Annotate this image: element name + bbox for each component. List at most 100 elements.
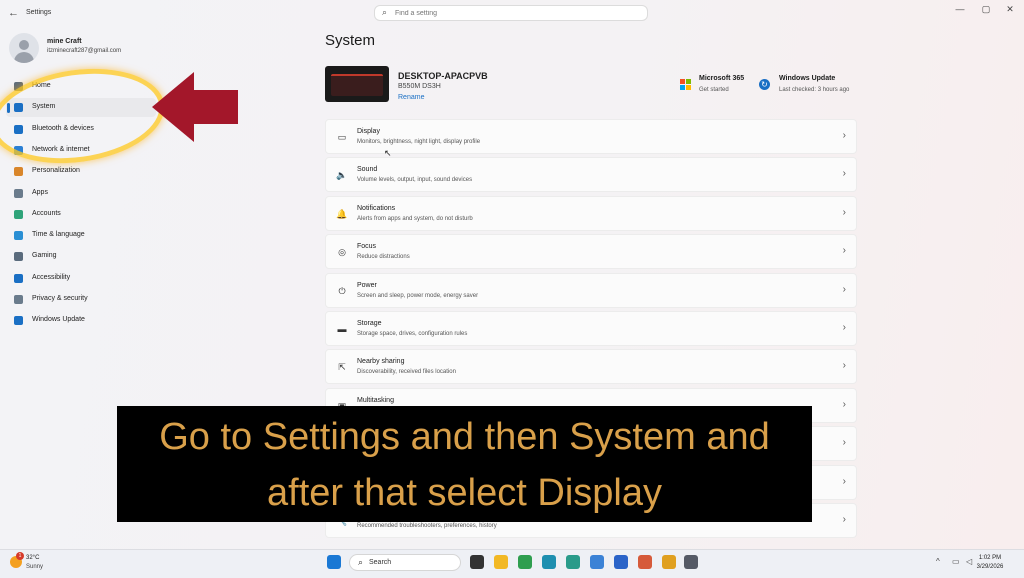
taskbar (0, 549, 1024, 578)
clock-time[interactable]: 1:02 PM (960, 555, 1020, 561)
microsoft-365-icon[interactable] (680, 79, 691, 90)
sidebar-item-accessibility[interactable]: Accessibility (6, 269, 156, 288)
device-thumbnail (325, 66, 389, 102)
sidebar-item-accounts[interactable]: Accounts (6, 205, 156, 224)
sidebar-item-label: Accessibility (32, 273, 71, 281)
tray-overflow-icon[interactable]: ^ (936, 557, 940, 566)
windows-update-subtitle: Last checked: 3 hours ago (779, 87, 850, 93)
power-icon: ⏻ (338, 285, 346, 296)
microsoft-365-title[interactable]: Microsoft 365 (699, 75, 744, 82)
avatar[interactable] (9, 33, 39, 63)
find-setting-search[interactable]: ⌕ (374, 5, 648, 21)
rename-link[interactable]: Rename (398, 94, 424, 101)
sidebar-item-apps[interactable]: Apps (6, 184, 156, 203)
chevron-right-icon: › (842, 398, 846, 410)
red-arrow-annotation (152, 72, 238, 142)
row-title: Focus (357, 243, 377, 251)
windows-update-title[interactable]: Windows Update (779, 75, 835, 82)
file-explorer-icon[interactable] (494, 555, 508, 569)
chevron-right-icon: › (842, 283, 846, 295)
edge-beta-icon[interactable] (566, 555, 580, 569)
chevron-right-icon: › (842, 245, 846, 257)
search-icon: ⌕ (382, 7, 388, 17)
row-title: Sound (357, 166, 378, 174)
page-title: System (325, 32, 376, 49)
chevron-right-icon: › (842, 130, 846, 141)
maximize-button[interactable]: ▢ (976, 4, 996, 15)
weather-temp[interactable]: 32°C (26, 555, 39, 561)
person-icon (14, 209, 23, 219)
row-title: Power (357, 281, 377, 289)
task-view-icon[interactable] (470, 555, 484, 569)
chrome-icon[interactable] (518, 555, 532, 569)
sidebar-item-windows-update[interactable]: Windows Update (6, 311, 156, 330)
share-icon: ⇱ (338, 362, 346, 373)
title-bar: ← Settings ⌕ — ▢ ✕ (0, 0, 1024, 28)
row-subtitle: Storage space, drives, configuration rul… (357, 331, 468, 337)
windows-update-icon[interactable]: ↻ (759, 79, 770, 90)
microsoft-365-subtitle: Get started (699, 87, 729, 93)
sidebar-item-label: Time & language (32, 231, 85, 239)
settings-row-storage[interactable]: ▬ Storage Storage space, drives, configura… (325, 311, 857, 346)
device-model: B550M DS3H (398, 83, 441, 90)
notification-badge: 1 (16, 552, 24, 560)
minimize-button[interactable]: — (950, 4, 970, 14)
window-title: Settings (26, 9, 52, 16)
brush-icon (14, 167, 23, 177)
mouse-cursor-icon: ↖ (384, 148, 392, 158)
settings-row-power[interactable]: ⏻ Power Screen and sleep, power mode, ener… (325, 272, 857, 308)
chevron-right-icon: › (842, 206, 846, 218)
sidebar-item-label: Personalization (32, 167, 80, 175)
row-subtitle: Screen and sleep, power mode, energy sav… (357, 292, 479, 299)
chevron-right-icon: › (842, 475, 846, 487)
start-icon[interactable] (327, 555, 341, 569)
taskbar-search-label: Search (369, 559, 392, 566)
settings-row-display[interactable]: ▭ Display Monitors, brightness, night ligh… (325, 119, 857, 154)
focus-icon: ◎ (338, 247, 346, 258)
row-subtitle: Monitors, brightness, night light, displ… (357, 139, 481, 145)
paint-icon[interactable] (638, 555, 652, 569)
shield-icon (14, 295, 23, 304)
find-setting-input[interactable] (395, 8, 635, 18)
edge-icon[interactable] (542, 555, 556, 569)
chevron-right-icon: › (842, 514, 846, 525)
back-arrow-icon[interactable]: ← (8, 7, 19, 19)
taskbar-search[interactable]: ⌕ Search (349, 554, 461, 571)
caption-overlay: Go to Settings and then System and after… (117, 406, 812, 522)
sidebar-item-privacy-security[interactable]: Privacy & security (6, 290, 156, 309)
update-icon (14, 316, 23, 326)
photos-icon[interactable] (590, 555, 604, 569)
settings-row-focus[interactable]: ◎ Focus Reduce distractions › (325, 234, 857, 270)
caption-line-2: after that select Display (267, 472, 662, 514)
user-email: itzminecraft287@gmail.com (47, 48, 122, 54)
chevron-right-icon: › (842, 168, 846, 180)
row-title: Display (357, 128, 380, 135)
user-name: mine Craft (47, 38, 82, 45)
display-icon: ▭ (337, 132, 347, 142)
settings-row-notifications[interactable]: 🔔 Notifications Alerts from apps and syste… (325, 195, 857, 231)
row-title: Nearby sharing (357, 358, 405, 366)
chevron-right-icon: › (842, 322, 846, 333)
accessibility-icon (14, 273, 23, 283)
sidebar-item-label: Gaming (32, 252, 57, 260)
network-icon[interactable]: ▭ (952, 557, 960, 566)
row-title: Notifications (357, 204, 396, 212)
store-icon[interactable] (614, 555, 628, 569)
clock-date[interactable]: 3/29/2026 (960, 564, 1020, 570)
settings-row-nearby-sharing[interactable]: ⇱ Nearby sharing Discoverability, received… (325, 349, 857, 385)
row-subtitle: Alerts from apps and system, do not dist… (357, 215, 473, 222)
speaker-icon: 🔈 (336, 170, 348, 181)
sidebar-item-time-language[interactable]: Time & language (6, 226, 156, 245)
settings-app-icon[interactable] (684, 555, 698, 569)
row-subtitle: Volume levels, output, input, sound devi… (357, 177, 473, 184)
sidebar-item-personalization[interactable]: Personalization (6, 162, 156, 181)
chrome-dev-icon[interactable] (662, 555, 676, 569)
chevron-right-icon: › (842, 437, 846, 449)
row-subtitle: Recommended troubleshooters, preferences… (357, 523, 497, 529)
settings-row-sound[interactable]: 🔈 Sound Volume levels, output, input, soun… (325, 157, 857, 193)
device-name: DESKTOP-APACPVB (398, 71, 488, 81)
sidebar-item-label: Accounts (32, 209, 61, 217)
sidebar-item-gaming[interactable]: Gaming (6, 247, 156, 266)
close-button[interactable]: ✕ (1000, 4, 1020, 15)
sidebar-item-label: Apps (32, 188, 48, 196)
